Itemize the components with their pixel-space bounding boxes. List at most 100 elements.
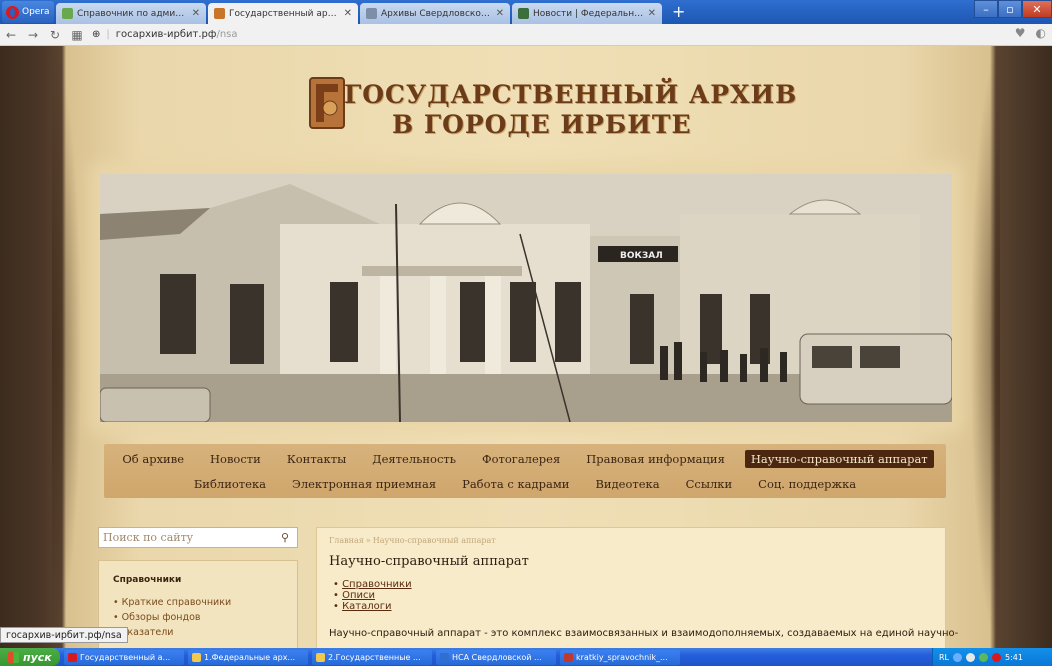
- taskbar-item-label: НСА Свердловской ...: [452, 652, 542, 662]
- menu-item-links[interactable]: Ссылки: [680, 475, 739, 493]
- url-path: /nsa: [216, 29, 238, 40]
- taskbar-item[interactable]: 2.Государственные ...: [312, 649, 432, 665]
- site-title: ГОСУДАРСТВЕННЫЙ АРХИВ В ГОРОДЕ ИРБИТЕ: [344, 80, 797, 140]
- window-controls: – ▫ ✕: [974, 0, 1052, 18]
- windows-logo-icon: [8, 651, 19, 663]
- opera-menu-button[interactable]: Opera: [2, 1, 54, 23]
- browser-tab[interactable]: Справочник по администр ✕: [56, 3, 206, 24]
- menu-row-1: Об архиве Новости Контакты Деятельность …: [104, 450, 946, 468]
- breadcrumb-current: Научно-справочный аппарат: [372, 536, 496, 545]
- menu-item-photogallery[interactable]: Фотогалерея: [476, 450, 566, 468]
- folder-icon: [192, 652, 201, 662]
- favicon-icon: [366, 8, 377, 19]
- menu-item-reference-apparatus[interactable]: Научно-справочный аппарат: [744, 450, 934, 468]
- site-search-input[interactable]: Поиск по сайту ⚲: [98, 527, 298, 548]
- browser-tab[interactable]: Архивы Свердловской обл ✕: [360, 3, 510, 24]
- hero-photo: ВОКЗАЛ: [100, 174, 952, 422]
- start-button[interactable]: пуск: [0, 648, 60, 666]
- content-link-list: • Справочники • Описи • Каталоги: [329, 579, 933, 612]
- minimize-icon[interactable]: –: [974, 0, 998, 18]
- main-menu: Об архиве Новости Контакты Деятельность …: [104, 444, 946, 498]
- pdf-document-icon: [564, 652, 573, 662]
- menu-item-hr[interactable]: Работа с кадрами: [456, 475, 575, 493]
- word-document-icon: [440, 652, 449, 662]
- start-label: пуск: [23, 650, 52, 664]
- list-item: • Описи: [333, 590, 375, 601]
- reload-icon[interactable]: ↻: [44, 28, 66, 42]
- taskbar-item-label: 1.Федеральные арх...: [204, 652, 296, 662]
- taskbar-item[interactable]: kratkiy_spravochnik_...: [560, 649, 680, 665]
- browser-tab[interactable]: Новости | Федеральное арх ✕: [512, 3, 662, 24]
- volume-icon[interactable]: [966, 652, 976, 662]
- opera-tray-icon[interactable]: [992, 652, 1002, 662]
- station-sign: ВОКЗАЛ: [620, 251, 663, 261]
- link-reference-books[interactable]: Справочники: [342, 579, 412, 590]
- back-arrow-icon[interactable]: ←: [0, 28, 22, 42]
- menu-item-contacts[interactable]: Контакты: [281, 450, 352, 468]
- close-tab-icon[interactable]: ✕: [496, 8, 504, 19]
- opera-icon: [68, 652, 77, 662]
- tab-title: Государственный архив в г: [229, 8, 340, 19]
- sidebar-link-fund-reviews[interactable]: • Обзоры фондов: [113, 612, 283, 623]
- menu-item-video[interactable]: Видеотека: [589, 475, 665, 493]
- browser-tab-bar: Opera Справочник по администр ✕ Государс…: [0, 0, 1052, 24]
- opera-label: Opera: [22, 7, 50, 17]
- address-bar: ← → ↻ ▦ ⊕ | госархив-ирбит.рф/nsa ♥ ◐: [0, 24, 1052, 46]
- url-separator: |: [106, 29, 110, 40]
- list-item: • Каталоги: [333, 601, 392, 612]
- taskbar-item[interactable]: НСА Свердловской ...: [436, 649, 556, 665]
- menu-row-2: Библиотека Электронная приемная Работа с…: [104, 475, 946, 493]
- site-info-icon[interactable]: ⊕: [92, 29, 100, 40]
- bookmark-heart-icon[interactable]: ♥: [1015, 26, 1026, 40]
- url-field[interactable]: ⊕ | госархив-ирбит.рф/nsa: [92, 29, 238, 40]
- taskbar-item[interactable]: Государственный а...: [64, 649, 184, 665]
- maximize-icon[interactable]: ▫: [998, 0, 1022, 18]
- link-inventories[interactable]: Описи: [342, 590, 375, 601]
- sidebar-link-brief-guides[interactable]: • Краткие справочники: [113, 597, 283, 608]
- link-catalogs[interactable]: Каталоги: [342, 601, 391, 612]
- taskbar-item[interactable]: 1.Федеральные арх...: [188, 649, 308, 665]
- windows-taskbar: пуск Государственный а... 1.Федеральные …: [0, 648, 1052, 666]
- menu-item-activity[interactable]: Деятельность: [366, 450, 462, 468]
- tab-title: Архивы Свердловской обл: [381, 8, 492, 19]
- menu-item-library[interactable]: Библиотека: [188, 475, 272, 493]
- page-viewport: ГОСУДАРСТВЕННЫЙ АРХИВ В ГОРОДЕ ИРБИТЕ ВО…: [0, 46, 1052, 648]
- close-tab-icon[interactable]: ✕: [192, 8, 200, 19]
- clock: 5:41: [1005, 652, 1023, 662]
- taskbar-item-label: Государственный а...: [80, 652, 171, 662]
- forward-arrow-icon[interactable]: →: [22, 28, 44, 42]
- search-placeholder: Поиск по сайту: [103, 531, 194, 544]
- antivirus-icon[interactable]: [979, 652, 989, 662]
- breadcrumb: Главная» Научно-справочный аппарат: [329, 536, 933, 545]
- site-title-line2: В ГОРОДЕ ИРБИТЕ: [392, 110, 692, 139]
- menu-item-social-support[interactable]: Соц. поддержка: [752, 475, 862, 493]
- extension-icon[interactable]: ◐: [1036, 26, 1046, 40]
- site-title-line1: ГОСУДАРСТВЕННЫЙ АРХИВ: [344, 80, 798, 109]
- speed-dial-icon[interactable]: ▦: [66, 28, 88, 42]
- language-indicator[interactable]: RL: [939, 653, 949, 662]
- taskbar-item-label: 2.Государственные ...: [328, 652, 421, 662]
- window-close-icon[interactable]: ✕: [1022, 0, 1052, 18]
- url-host: госархив-ирбит.рф: [115, 29, 217, 40]
- menu-item-legal-info[interactable]: Правовая информация: [580, 450, 731, 468]
- new-tab-button[interactable]: +: [664, 2, 693, 24]
- breadcrumb-separator: »: [365, 536, 371, 545]
- sidebar-link-indexes[interactable]: • Указатели: [113, 627, 283, 638]
- parchment-edge-left: [52, 46, 82, 648]
- sidebar-title: Справочники: [113, 575, 182, 585]
- parchment-edge-right: [970, 46, 1000, 648]
- close-tab-icon[interactable]: ✕: [648, 8, 656, 19]
- menu-item-about[interactable]: Об архиве: [116, 450, 190, 468]
- menu-item-e-reception[interactable]: Электронная приемная: [286, 475, 442, 493]
- folder-icon: [316, 652, 325, 662]
- search-icon[interactable]: ⚲: [281, 531, 289, 544]
- taskbar-item-label: kratkiy_spravochnik_...: [576, 652, 668, 662]
- network-icon[interactable]: [953, 652, 963, 662]
- sidebar: Справочники • Краткие справочники • Обзо…: [98, 560, 298, 648]
- browser-tab-active[interactable]: Государственный архив в г ✕: [208, 3, 358, 24]
- close-tab-icon[interactable]: ✕: [344, 8, 352, 19]
- page-title: Научно-справочный аппарат: [329, 554, 529, 569]
- menu-item-news[interactable]: Новости: [204, 450, 267, 468]
- breadcrumb-home[interactable]: Главная: [329, 536, 364, 545]
- tab-title: Справочник по администр: [77, 8, 188, 19]
